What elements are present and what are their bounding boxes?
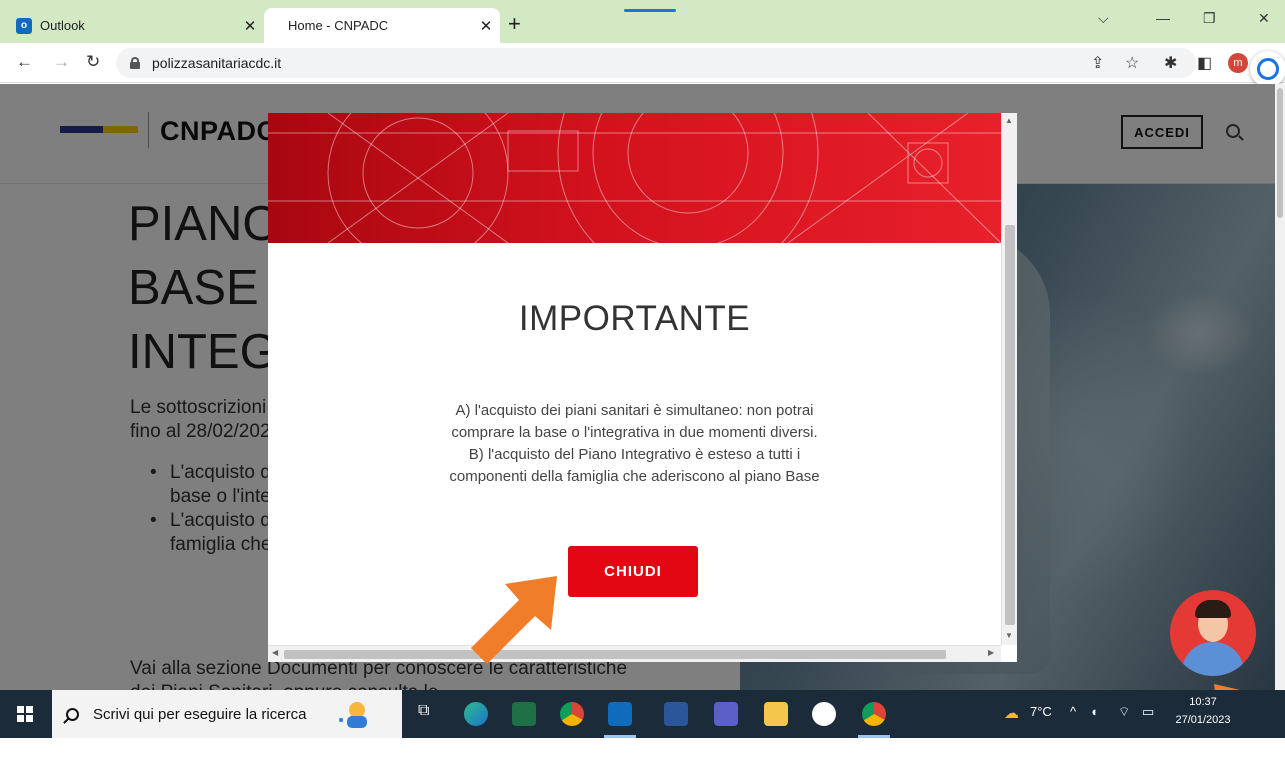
search-icon [66,707,79,721]
profile-avatar[interactable]: m [1228,53,1248,73]
close-icon[interactable]: ✕ [472,17,500,35]
scroll-right-icon[interactable]: ▶ [988,648,994,657]
modal-vertical-scrollbar[interactable]: ▲ ▼ [1001,113,1017,645]
modal-line: A) l'acquisto dei piani sanitari è simul… [455,402,814,419]
url-text: polizzasanitariacdc.it [152,55,282,71]
wifi-icon[interactable]: ⌔ [1118,704,1130,720]
task-view-icon[interactable]: ⧉ [418,702,429,720]
browser-tabbar: o Outlook ✕ Home - CNPADC ✕ + ⌵ — ❐ ✕ [0,0,1285,43]
tab-title: Home - CNPADC [288,18,389,33]
scroll-up-icon[interactable]: ▲ [1005,116,1013,125]
window-close-button[interactable]: ✕ [1258,10,1270,27]
scroll-down-icon[interactable]: ▼ [1005,631,1013,640]
chrome-icon[interactable] [560,702,584,726]
excel-icon[interactable] [512,702,536,726]
outlook-icon[interactable] [608,702,632,726]
reload-icon[interactable]: ↻ [86,52,100,72]
modal-title: IMPORTANTE [518,299,751,338]
file-explorer-icon[interactable] [764,702,788,726]
volume-icon[interactable]: ◖ [1090,704,1098,719]
weather-temp[interactable]: 7°C [1030,704,1052,719]
clock-time: 10:37 [1189,696,1217,708]
modal-line: comprare la base o l'integrativa in due … [451,424,818,441]
restore-button[interactable]: ❐ [1203,10,1216,27]
chat-assistant-avatar[interactable] [1170,590,1256,676]
word-icon[interactable] [664,702,688,726]
modal-horizontal-scrollbar[interactable]: ◀ ▶ [268,645,1001,662]
extensions-icon[interactable]: ✱ [1164,53,1177,73]
modal-banner-image [268,113,1001,243]
side-panel-icon[interactable]: ◧ [1197,53,1212,73]
clock-date: 27/01/2023 [1175,714,1231,726]
scroll-left-icon[interactable]: ◀ [272,648,278,657]
battery-icon[interactable]: ▭ [1142,704,1154,720]
chevron-up-icon[interactable]: ^ [1070,704,1076,719]
windows-taskbar: Scrivi qui per eseguire la ricerca ⧉ ☁ 7… [0,690,1285,738]
modal-line: B) l'acquisto del Piano Integrativo è es… [468,446,801,463]
avatar-hair [1195,600,1231,618]
lock-icon [130,57,140,69]
avatar-body [1182,642,1244,676]
forward-icon[interactable]: → [53,52,70,72]
close-icon[interactable]: ✕ [236,17,264,35]
tab-outlook[interactable]: o Outlook ✕ [8,8,264,43]
screen: o Outlook ✕ Home - CNPADC ✕ + ⌵ — ❐ ✕ ← … [0,0,1285,763]
new-tab-button[interactable]: + [508,13,521,35]
bookmark-star-icon[interactable]: ☆ [1125,53,1139,73]
edge-icon[interactable] [464,702,488,726]
blueprint-pattern [268,113,1001,243]
back-icon[interactable]: ← [16,52,33,72]
modal-line: componenti della famiglia che aderiscono… [449,468,820,485]
browser-toolbar: ← → ↻ polizzasanitariacdc.it ⇪ ☆ ✱ ◧ [0,43,1285,83]
chrome-profile-icon[interactable] [862,702,886,726]
chevron-down-icon[interactable]: ⌵ [1098,10,1109,27]
annotation-arrow-icon [471,576,557,664]
assistant-extension-icon[interactable] [1250,51,1285,87]
search-highlight-icon [339,702,367,728]
assistant-app-icon[interactable] [812,702,836,726]
address-bar[interactable]: polizzasanitariacdc.it [116,48,1196,78]
chiudi-button[interactable]: CHIUDI [568,546,698,597]
outlook-icon: o [16,17,32,34]
search-placeholder: Scrivi qui per eseguire la ricerca [93,705,307,723]
loading-indicator [624,9,676,12]
weather-icon[interactable]: ☁ [1004,704,1019,722]
modal-body: A) l'acquisto dei piani sanitari è simul… [388,400,881,488]
minimize-button[interactable]: — [1156,10,1170,26]
teams-icon[interactable] [714,702,738,726]
windows-start-icon[interactable] [17,706,33,722]
tab-title: Outlook [40,18,85,33]
scroll-thumb[interactable] [1005,225,1015,625]
share-icon[interactable]: ⇪ [1091,53,1104,73]
page-scrollbar[interactable] [1275,84,1285,690]
important-modal: IMPORTANTE A) l'acquisto dei piani sanit… [268,113,1017,662]
screen-margin [0,738,1285,763]
tab-home-cnpadc[interactable]: Home - CNPADC ✕ [264,8,500,43]
taskbar-clock[interactable]: 10:37 27/01/2023 [1168,693,1238,729]
scroll-thumb[interactable] [284,650,946,659]
